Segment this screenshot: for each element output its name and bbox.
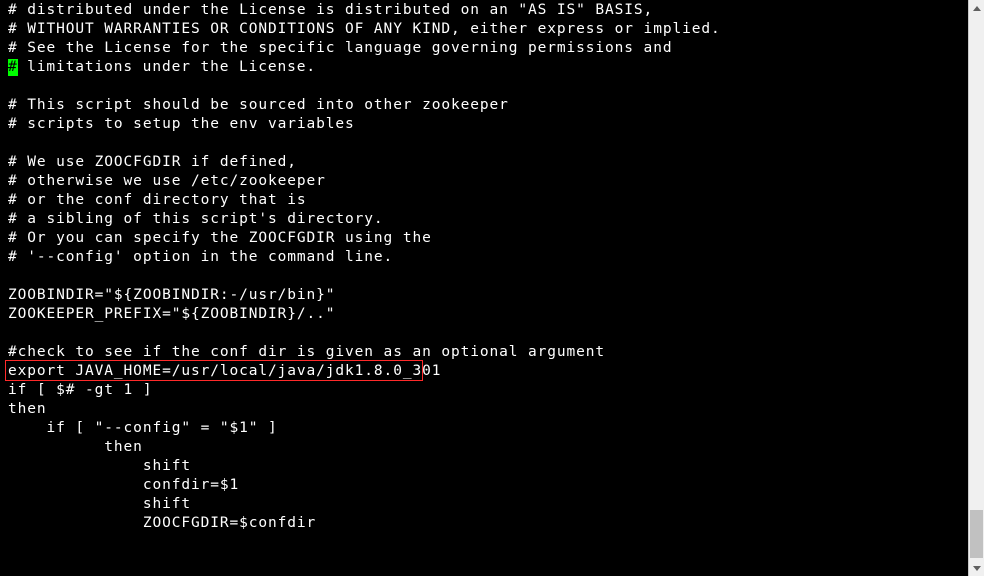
terminal-line: # a sibling of this script's directory. (8, 210, 968, 229)
terminal-line (8, 134, 968, 153)
terminal-line (8, 77, 968, 96)
terminal-line: if [ $# -gt 1 ] (8, 381, 968, 400)
terminal-line (8, 267, 968, 286)
terminal-line: if [ "--config" = "$1" ] (8, 419, 968, 438)
terminal-line: shift (8, 495, 968, 514)
chevron-down-icon (973, 566, 981, 571)
terminal-line (8, 324, 968, 343)
terminal-line: # distributed under the License is distr… (8, 1, 968, 20)
chevron-up-icon (973, 6, 981, 11)
viewport: # distributed under the License is distr… (0, 0, 984, 576)
terminal-line: then (8, 400, 968, 419)
terminal-line: ZOOCFGDIR=$confdir (8, 514, 968, 533)
terminal-line: # or the conf directory that is (8, 191, 968, 210)
terminal-line: confdir=$1 (8, 476, 968, 495)
terminal-line: # otherwise we use /etc/zookeeper (8, 172, 968, 191)
terminal-line: # limitations under the License. (8, 58, 968, 77)
terminal-text: limitations under the License. (18, 59, 317, 75)
terminal-line: # WITHOUT WARRANTIES OR CONDITIONS OF AN… (8, 20, 968, 39)
scroll-down-button[interactable] (969, 560, 984, 576)
terminal-line: then (8, 438, 968, 457)
terminal-content: # distributed under the License is distr… (0, 0, 968, 576)
terminal-line: # See the License for the specific langu… (8, 39, 968, 58)
scrollbar-thumb[interactable] (970, 510, 983, 558)
terminal-line: # We use ZOOCFGDIR if defined, (8, 153, 968, 172)
scroll-up-button[interactable] (969, 0, 984, 16)
terminal-line: # '--config' option in the command line. (8, 248, 968, 267)
terminal-line: # This script should be sourced into oth… (8, 96, 968, 115)
terminal-line: # scripts to setup the env variables (8, 115, 968, 134)
text-cursor: # (8, 59, 18, 76)
terminal-line: # Or you can specify the ZOOCFGDIR using… (8, 229, 968, 248)
terminal-line: shift (8, 457, 968, 476)
terminal-line: ZOOBINDIR="${ZOOBINDIR:-/usr/bin}" (8, 286, 968, 305)
terminal-line: ZOOKEEPER_PREFIX="${ZOOBINDIR}/.." (8, 305, 968, 324)
vertical-scrollbar[interactable] (968, 0, 984, 576)
highlight-annotation (5, 360, 423, 381)
